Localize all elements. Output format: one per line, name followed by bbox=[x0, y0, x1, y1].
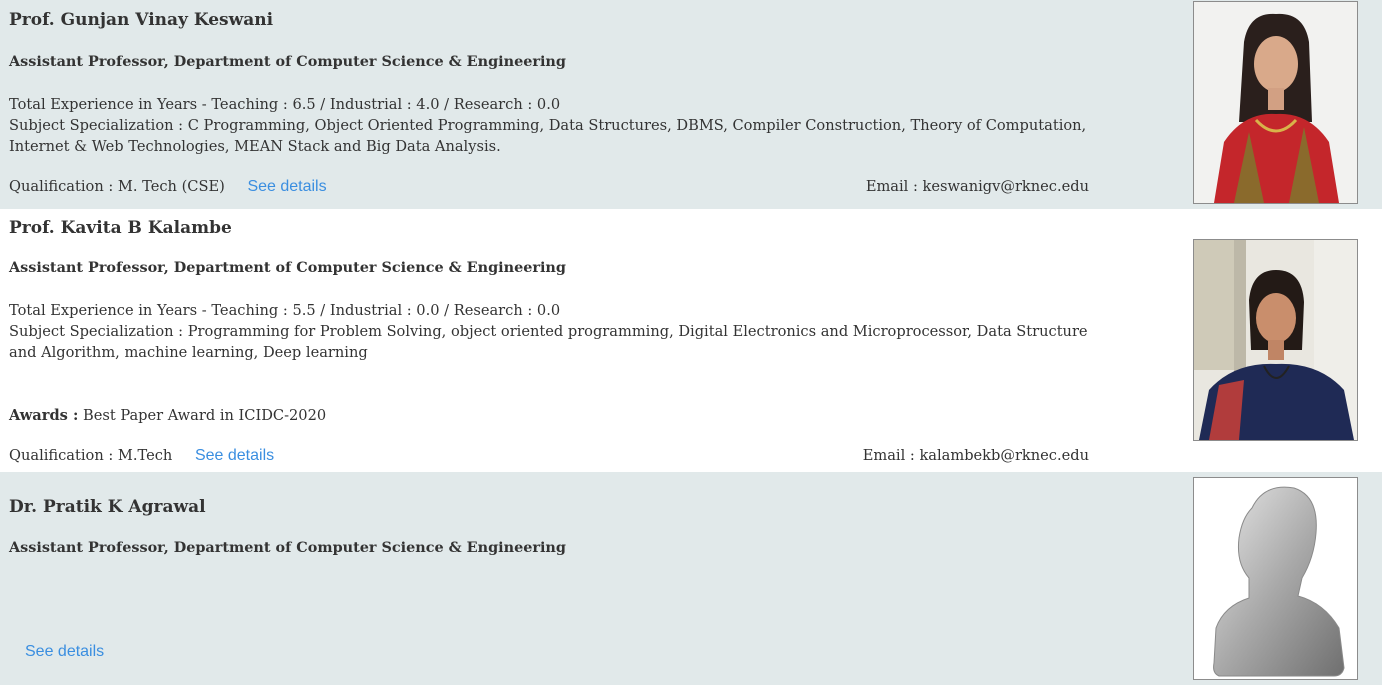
faculty-card: Prof. Kavita B Kalambe Assistant Profess… bbox=[0, 209, 1382, 472]
faculty-photo bbox=[1193, 239, 1358, 441]
qualification-row: See details bbox=[25, 643, 104, 661]
experience-text: Total Experience in Years - Teaching : 5… bbox=[9, 302, 561, 319]
faculty-role: Assistant Professor, Department of Compu… bbox=[9, 539, 566, 556]
qualification-row: Qualification : M.Tech See details bbox=[9, 447, 274, 465]
awards-label: Awards : bbox=[9, 407, 79, 424]
faculty-card: Prof. Gunjan Vinay Keswani Assistant Pro… bbox=[0, 0, 1382, 209]
see-details-link[interactable]: See details bbox=[25, 643, 104, 660]
qualification-row: Qualification : M. Tech (CSE) See detail… bbox=[9, 178, 327, 196]
specialization-text: Subject Specialization : Programming for… bbox=[9, 323, 1088, 361]
see-details-link[interactable]: See details bbox=[195, 447, 274, 464]
default-avatar-icon bbox=[1193, 477, 1358, 680]
see-details-link[interactable]: See details bbox=[247, 178, 326, 195]
email-text: Email : keswanigv@rknec.edu bbox=[865, 178, 1089, 195]
faculty-card: Dr. Pratik K Agrawal Assistant Professor… bbox=[0, 472, 1382, 685]
faculty-role: Assistant Professor, Department of Compu… bbox=[9, 259, 566, 276]
experience-text: Total Experience in Years - Teaching : 6… bbox=[9, 96, 561, 113]
faculty-name: Prof. Gunjan Vinay Keswani bbox=[9, 10, 274, 30]
qualification-text: Qualification : M. Tech (CSE) bbox=[9, 178, 225, 195]
specialization-text: Subject Specialization : C Programming, … bbox=[9, 117, 1087, 155]
faculty-photo bbox=[1193, 1, 1358, 204]
awards-row: Awards : Best Paper Award in ICIDC-2020 bbox=[9, 405, 1099, 426]
faculty-name: Dr. Pratik K Agrawal bbox=[9, 497, 206, 517]
faculty-role: Assistant Professor, Department of Compu… bbox=[9, 53, 566, 70]
awards-text: Best Paper Award in ICIDC-2020 bbox=[82, 407, 327, 424]
qualification-text: Qualification : M.Tech bbox=[9, 447, 173, 464]
email-text: Email : kalambekb@rknec.edu bbox=[862, 447, 1089, 464]
faculty-name: Prof. Kavita B Kalambe bbox=[9, 218, 232, 238]
